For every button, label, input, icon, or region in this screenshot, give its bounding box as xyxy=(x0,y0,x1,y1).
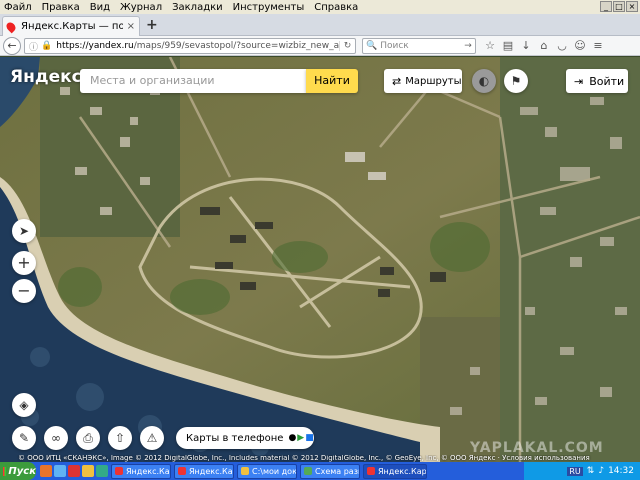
firefox-icon[interactable] xyxy=(40,465,52,477)
browser-search-field[interactable]: 🔍 Поиск → xyxy=(362,38,476,54)
smiley-icon[interactable]: ☺ xyxy=(574,39,586,52)
window-controls: _ □ × xyxy=(600,1,638,12)
routes-icon: ⇄ xyxy=(392,74,402,88)
menu-edit[interactable]: Правка xyxy=(42,2,80,13)
menu-help[interactable]: Справка xyxy=(314,2,358,13)
print-icon[interactable]: ⎙ xyxy=(76,426,100,450)
close-icon[interactable]: × xyxy=(626,1,638,12)
app-icon[interactable] xyxy=(96,465,108,477)
map-attribution[interactable]: © ООО ИТЦ «СКАНЭКС», Image © 2012 Digita… xyxy=(0,455,640,462)
minimize-icon[interactable]: _ xyxy=(600,1,612,12)
task-label: C:\мои доку... xyxy=(252,466,297,476)
info-icon[interactable]: ⓘ xyxy=(29,40,38,53)
tab-title: Яндекс.Карты — подробна... xyxy=(21,21,123,32)
url-host: https://yandex.ru xyxy=(56,41,134,51)
report-warning-icon[interactable]: ⚠ xyxy=(140,426,164,450)
login-arrow-icon: ⇥ xyxy=(574,74,584,88)
start-label: Пуск xyxy=(8,465,36,477)
routes-button[interactable]: ⇄ Маршруты xyxy=(384,69,462,93)
clock[interactable]: 14:32 xyxy=(608,466,634,476)
home-icon[interactable]: ⌂ xyxy=(538,39,550,52)
back-arrow-icon[interactable]: ← xyxy=(3,37,21,55)
app-store-icons: ●▶■ xyxy=(288,433,314,443)
satellite-map[interactable]: Яндекс Места и организации Найти ⇄ Маршр… xyxy=(0,57,640,462)
satellite-imagery xyxy=(0,57,640,462)
maps-in-phone-button[interactable]: Карты в телефоне ●▶■ xyxy=(176,427,314,449)
task-label: Яндекс.Кар... xyxy=(126,466,170,476)
system-tray: RU ⇅ ♪ 14:32 xyxy=(524,462,640,480)
start-button[interactable]: Пуск xyxy=(0,462,36,480)
folder-icon[interactable] xyxy=(82,465,94,477)
download-icon[interactable]: ↓ xyxy=(520,39,532,52)
menu-bar: Файл Правка Вид Журнал Закладки Инструме… xyxy=(0,0,640,14)
ruler-icon[interactable]: ✎ xyxy=(12,426,36,450)
task-app-icon xyxy=(115,467,123,475)
task-yandex-active[interactable]: Яндекс.Кар... xyxy=(363,463,427,479)
lock-icon[interactable]: 🔒 xyxy=(41,41,52,51)
share-icon[interactable]: ⇧ xyxy=(108,426,132,450)
language-indicator[interactable]: RU xyxy=(567,466,583,476)
menu-file[interactable]: Файл xyxy=(4,2,32,13)
search-engine-icon[interactable]: 🔍 xyxy=(366,41,377,51)
address-bar[interactable]: ⓘ 🔒 https://yandex.ru/maps/959/sevastopo… xyxy=(24,38,356,54)
menu-view[interactable]: Вид xyxy=(90,2,110,13)
layers-icon[interactable]: ◈ xyxy=(12,393,36,417)
nav-bar: ← ⓘ 🔒 https://yandex.ru/maps/959/sevasto… xyxy=(0,36,640,56)
task-app-icon xyxy=(178,467,186,475)
menu-history[interactable]: Журнал xyxy=(120,2,162,13)
geolocation-icon[interactable]: ➤ xyxy=(12,219,36,243)
login-label: Войти xyxy=(589,74,625,88)
watermark: YAPLAKAL.COM xyxy=(470,440,604,456)
map-search-input[interactable]: Места и организации xyxy=(80,69,306,93)
find-button[interactable]: Найти xyxy=(306,69,358,93)
bookmark-icon[interactable]: ⚑ xyxy=(504,69,528,93)
pocket-icon[interactable]: ◡ xyxy=(556,39,568,52)
opera-icon[interactable] xyxy=(68,465,80,477)
zoom-out-button[interactable]: − xyxy=(12,279,36,303)
login-button[interactable]: ⇥ Войти xyxy=(566,69,628,93)
taskbar: Пуск Яндекс.Кар... Яндекс.Кар... C:\мои … xyxy=(0,462,640,480)
task-yandex-1[interactable]: Яндекс.Кар... xyxy=(111,463,171,479)
task-folder-icon xyxy=(241,467,249,475)
task-label: Яндекс.Кар... xyxy=(378,466,427,476)
tab-yandex-maps[interactable]: Яндекс.Карты — подробна... × xyxy=(2,16,140,36)
bookmark-star-icon[interactable]: ☆ xyxy=(484,39,496,52)
url-text[interactable]: https://yandex.ru/maps/959/sevastopol/?s… xyxy=(56,41,339,51)
tray-volume-icon[interactable]: ♪ xyxy=(598,466,604,476)
url-path: /maps/959/sevastopol/?source=wizbiz_new_… xyxy=(133,41,339,51)
search-go-icon[interactable]: → xyxy=(461,41,475,51)
hamburger-menu-icon[interactable]: ≡ xyxy=(592,39,604,52)
windows-icon: ■ xyxy=(305,433,315,443)
menu-tools[interactable]: Инструменты xyxy=(233,2,305,13)
task-schema[interactable]: Схема разн... xyxy=(300,463,360,479)
maximize-icon[interactable]: □ xyxy=(613,1,625,12)
task-yandex-2[interactable]: Яндекс.Кар... xyxy=(174,463,234,479)
task-app-icon xyxy=(367,467,375,475)
browser-search-placeholder: Поиск xyxy=(380,41,409,51)
task-my-documents[interactable]: C:\мои доку... xyxy=(237,463,297,479)
menu-bookmarks[interactable]: Закладки xyxy=(172,2,223,13)
panorama-binoculars-icon[interactable]: ∞ xyxy=(44,426,68,450)
ie-icon[interactable] xyxy=(54,465,66,477)
apple-icon: ● xyxy=(288,433,298,443)
map-layer-toggle-icon[interactable]: ◐ xyxy=(472,69,496,93)
zoom-in-button[interactable]: + xyxy=(12,251,36,275)
quick-launch xyxy=(40,465,108,477)
routes-label: Маршруты xyxy=(405,75,462,87)
yandex-logo[interactable]: Яндекс xyxy=(10,67,82,87)
new-tab-button[interactable]: + xyxy=(146,17,158,33)
task-label: Схема разн... xyxy=(315,466,359,476)
task-app-icon xyxy=(304,467,312,475)
phone-label: Карты в телефоне xyxy=(186,432,284,444)
reading-list-icon[interactable]: ▤ xyxy=(502,39,514,52)
task-label: Яндекс.Кар... xyxy=(189,466,233,476)
browser-toolbar: ☆ ▤ ↓ ⌂ ◡ ☺ ≡ xyxy=(484,39,604,52)
tray-network-icon[interactable]: ⇅ xyxy=(587,466,595,476)
reload-icon[interactable]: ↻ xyxy=(339,41,355,51)
windows-logo-icon xyxy=(3,466,7,476)
tab-close-icon[interactable]: × xyxy=(127,21,135,32)
yandex-maps-pin-icon xyxy=(4,20,18,33)
tab-bar: Яндекс.Карты — подробна... × + xyxy=(0,14,640,36)
